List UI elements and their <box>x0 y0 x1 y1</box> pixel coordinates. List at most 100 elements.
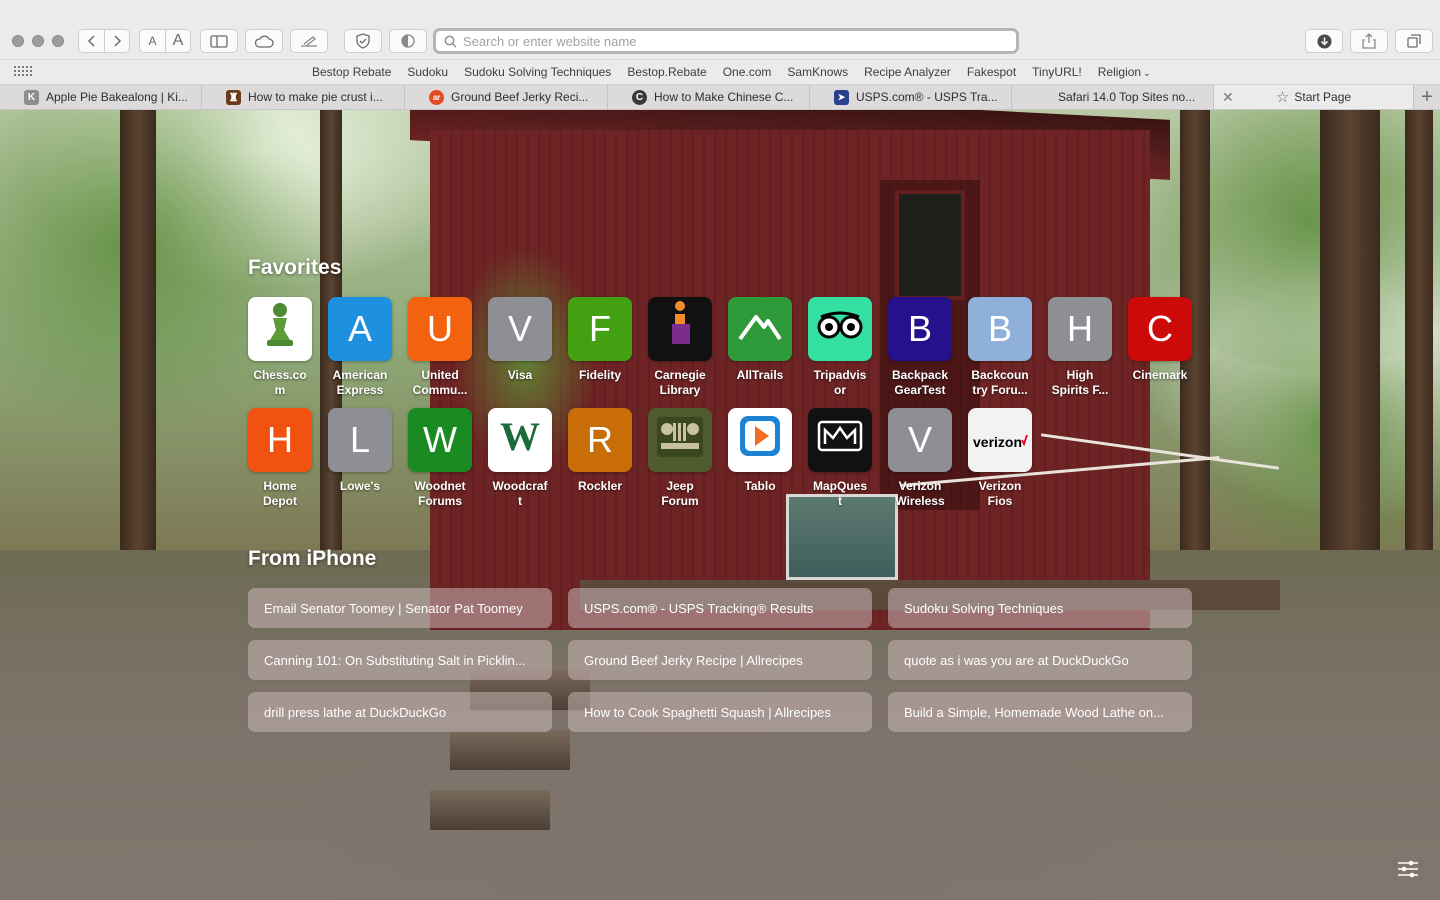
iphone-tab-link[interactable]: Ground Beef Jerky Recipe | Allrecipes <box>568 640 872 680</box>
favorite-tile[interactable] <box>728 297 792 361</box>
favorite-label[interactable]: Fidelity <box>560 368 640 383</box>
favorite-label[interactable]: High Spirits F... <box>1040 368 1120 398</box>
back-button[interactable] <box>78 29 104 53</box>
favorite-label[interactable]: Tablo <box>720 479 800 494</box>
favorite-tile[interactable] <box>648 408 712 472</box>
favorite-tile[interactable]: B <box>968 297 1032 361</box>
iphone-tab-link[interactable]: USPS.com® - USPS Tracking® Results <box>568 588 872 628</box>
tab[interactable]: K Apple Pie Bakealong | Ki... <box>0 85 202 109</box>
tab-title: Ground Beef Jerky Reci... <box>451 90 589 104</box>
favorite-letter: B <box>987 308 1012 349</box>
favorite-label[interactable]: MapQues t <box>800 479 880 509</box>
bookmark-item[interactable]: Sudoku Solving Techniques <box>456 65 619 79</box>
iphone-tab-link[interactable]: Build a Simple, Homemade Wood Lathe on..… <box>888 692 1192 732</box>
favorite-tile[interactable]: F <box>568 297 632 361</box>
sidebar-icon <box>210 34 228 48</box>
favorite-tile[interactable] <box>728 408 792 472</box>
favorite-label[interactable]: Backpack GearTest <box>880 368 960 398</box>
favorite-tile[interactable] <box>808 408 872 472</box>
share-button[interactable] <box>1350 29 1388 53</box>
favorite-label[interactable]: Lowe's <box>320 479 400 494</box>
favorite-tile[interactable]: L <box>328 408 392 472</box>
text-smaller-button[interactable]: A <box>139 29 165 53</box>
jeep-icon <box>653 411 707 470</box>
bookmark-item[interactable]: Fakespot <box>959 65 1024 79</box>
favorite-label[interactable]: Verizon Wireless <box>880 479 960 509</box>
forward-button[interactable] <box>104 29 130 53</box>
markup-button[interactable] <box>290 29 328 53</box>
iphone-tab-link[interactable]: Email Senator Toomey | Senator Pat Toome… <box>248 588 552 628</box>
favorite-tile[interactable] <box>648 297 712 361</box>
favorite-tile[interactable] <box>808 297 872 361</box>
favorite-tile[interactable]: C <box>1128 297 1192 361</box>
tab-favicon-icon: ♜ <box>226 89 241 105</box>
content-blocker-button[interactable] <box>389 29 427 53</box>
iphone-tab-title: Ground Beef Jerky Recipe | Allrecipes <box>584 652 803 668</box>
favorite-label[interactable]: Carnegie Library <box>640 368 720 398</box>
favorite-label[interactable]: Jeep Forum <box>640 479 720 509</box>
favorite-label[interactable]: Verizon Fios <box>960 479 1040 509</box>
favorite-tile[interactable]: B <box>888 297 952 361</box>
favorite-tile[interactable]: V <box>488 297 552 361</box>
favorite-tile[interactable]: W <box>408 408 472 472</box>
downloads-button[interactable] <box>1305 29 1343 53</box>
favorite-label[interactable]: AllTrails <box>720 368 800 383</box>
favorite-label[interactable]: American Express <box>320 368 400 398</box>
iphone-tab-link[interactable]: Sudoku Solving Techniques <box>888 588 1192 628</box>
sidebar-button[interactable] <box>200 29 238 53</box>
new-tab-button[interactable]: + <box>1414 85 1440 109</box>
favorite-letter: V <box>907 419 932 460</box>
favorite-tile[interactable]: H <box>1048 297 1112 361</box>
text-larger-button[interactable]: A <box>165 29 191 53</box>
tab-title: Apple Pie Bakealong | Ki... <box>46 90 188 104</box>
favorite-tile[interactable]: verizon <box>968 408 1032 472</box>
minimize-window-button[interactable] <box>32 35 44 47</box>
favorite-label[interactable]: Woodnet Forums <box>400 479 480 509</box>
bookmark-item[interactable]: Recipe Analyzer <box>856 65 959 79</box>
favorite-tile[interactable]: W <box>488 408 552 472</box>
show-all-bookmarks-grid-icon[interactable] <box>14 66 32 78</box>
iphone-tab-link[interactable]: quote as i was you are at DuckDuckGo <box>888 640 1192 680</box>
favorite-label[interactable]: Visa <box>480 368 560 383</box>
favorite-label[interactable]: Tripadvis or <box>800 368 880 398</box>
favorite-label[interactable]: Chess.co m <box>240 368 320 398</box>
favorite-tile[interactable]: H <box>248 408 312 472</box>
icloud-tabs-button[interactable] <box>245 29 283 53</box>
search-input[interactable] <box>463 33 1003 49</box>
tab-active[interactable]: ✕ ☆ Start Page <box>1214 85 1414 109</box>
iphone-tab-link[interactable]: Canning 101: On Substituting Salt in Pic… <box>248 640 552 680</box>
bookmark-folder-religion[interactable]: Religion ⌄ <box>1090 65 1159 79</box>
bookmark-item[interactable]: One.com <box>715 65 780 79</box>
tab[interactable]: C How to Make Chinese C... <box>608 85 810 109</box>
tab[interactable]: ➤ USPS.com® - USPS Tra... <box>810 85 1012 109</box>
favorite-label[interactable]: Cinemark <box>1120 368 1200 383</box>
favorite-tile[interactable]: U <box>408 297 472 361</box>
address-bar[interactable] <box>433 28 1019 54</box>
bookmark-item[interactable]: Bestop.Rebate <box>619 65 714 79</box>
favorite-tile[interactable] <box>248 297 312 361</box>
bookmark-item[interactable]: SamKnows <box>779 65 856 79</box>
iphone-tab-link[interactable]: How to Cook Spaghetti Squash | Allrecipe… <box>568 692 872 732</box>
close-tab-icon[interactable]: ✕ <box>1222 89 1234 106</box>
favorite-label[interactable]: United Commu... <box>400 368 480 398</box>
favorite-label[interactable]: Rockler <box>560 479 640 494</box>
bookmark-item[interactable]: Sudoku <box>399 65 456 79</box>
bookmark-item[interactable]: TinyURL! <box>1024 65 1090 79</box>
privacy-report-button[interactable] <box>344 29 382 53</box>
favorite-tile[interactable]: R <box>568 408 632 472</box>
tab-title: How to make pie crust i... <box>248 90 383 104</box>
iphone-tab-link[interactable]: drill press lathe at DuckDuckGo <box>248 692 552 732</box>
bookmark-item[interactable]: Bestop Rebate <box>304 65 399 79</box>
favorite-tile[interactable]: V <box>888 408 952 472</box>
tab[interactable]: ♜ How to make pie crust i... <box>202 85 405 109</box>
favorite-label[interactable]: Home Depot <box>240 479 320 509</box>
favorite-tile[interactable]: A <box>328 297 392 361</box>
tab-overview-button[interactable] <box>1395 29 1433 53</box>
favorite-label[interactable]: Woodcraf t <box>480 479 560 509</box>
favorite-label[interactable]: Backcoun try Foru... <box>960 368 1040 398</box>
tab[interactable]: ar Ground Beef Jerky Reci... <box>405 85 608 109</box>
close-window-button[interactable] <box>12 35 24 47</box>
tab[interactable]: Safari 14.0 Top Sites no... <box>1012 85 1214 109</box>
start-page-settings-button[interactable] <box>1396 858 1420 880</box>
zoom-window-button[interactable] <box>52 35 64 47</box>
